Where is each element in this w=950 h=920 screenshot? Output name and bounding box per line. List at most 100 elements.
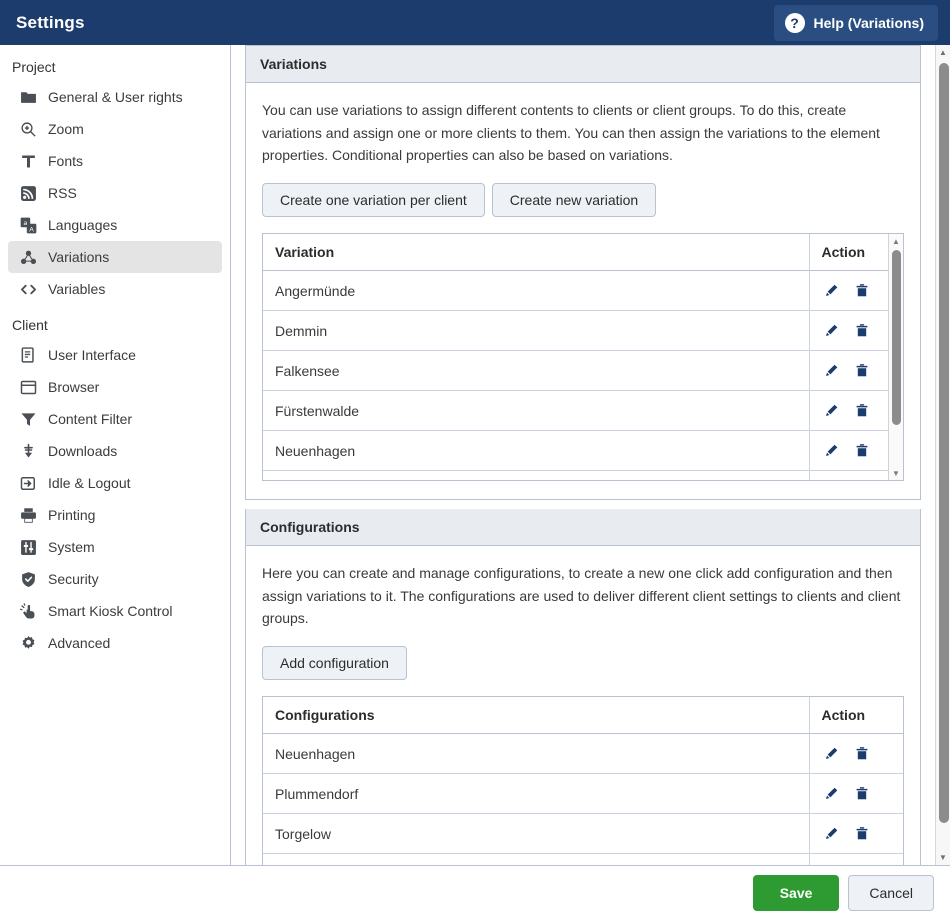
variations-description: You can use variations to assign differe… bbox=[262, 99, 904, 167]
pencil-icon[interactable] bbox=[824, 403, 839, 418]
table-row[interactable]: Fürstenwalde bbox=[263, 391, 903, 431]
magnifier-plus-icon bbox=[18, 119, 38, 139]
trash-icon[interactable] bbox=[855, 363, 869, 378]
sidebar-item-downloads[interactable]: Downloads bbox=[8, 435, 222, 467]
window-list-icon bbox=[18, 345, 38, 365]
pencil-icon[interactable] bbox=[824, 826, 839, 841]
question-mark-icon: ? bbox=[785, 13, 805, 33]
pencil-icon[interactable] bbox=[824, 443, 839, 458]
settings-content-area: Variations You can use variations to ass… bbox=[231, 45, 935, 865]
add-configuration-button[interactable]: Add configuration bbox=[262, 646, 407, 680]
scroll-down-arrow-icon[interactable]: ▼ bbox=[936, 850, 950, 865]
sidebar-item-security[interactable]: Security bbox=[8, 563, 222, 595]
save-button[interactable]: Save bbox=[753, 875, 840, 911]
cancel-button[interactable]: Cancel bbox=[848, 875, 934, 911]
code-brackets-icon bbox=[18, 279, 38, 299]
pencil-icon[interactable] bbox=[824, 363, 839, 378]
sidebar-item-label: RSS bbox=[48, 185, 77, 201]
table-row[interactable]: Torgelow bbox=[263, 814, 903, 854]
trash-icon[interactable] bbox=[855, 443, 869, 458]
page-scrollbar-thumb[interactable] bbox=[939, 63, 949, 823]
table-row[interactable]: Plummendorf bbox=[263, 774, 903, 814]
sidebar-item-label: Idle & Logout bbox=[48, 475, 131, 491]
svg-text:A: A bbox=[29, 226, 34, 233]
sidebar-group-title-client: Client bbox=[0, 305, 230, 339]
table-row[interactable]: Demmin bbox=[263, 311, 903, 351]
column-header-action: Action bbox=[809, 697, 903, 734]
help-variations-button[interactable]: ? Help (Variations) bbox=[774, 5, 938, 41]
table-header-row: Variation Action bbox=[263, 234, 903, 271]
trash-icon[interactable] bbox=[855, 323, 869, 338]
translate-icon: aA bbox=[18, 215, 38, 235]
configurations-table: Configurations Action Neuenhagen bbox=[263, 697, 903, 865]
variations-table-scrollbar[interactable]: ▲ ▼ bbox=[888, 234, 903, 480]
sidebar-item-rss[interactable]: RSS bbox=[8, 177, 222, 209]
configurations-description: Here you can create and manage configura… bbox=[262, 562, 904, 630]
action-cell bbox=[809, 734, 903, 774]
rss-feed-icon bbox=[18, 183, 38, 203]
table-row[interactable]: Angermünde bbox=[263, 271, 903, 311]
sidebar-item-browser[interactable]: Browser bbox=[8, 371, 222, 403]
funnel-icon bbox=[18, 409, 38, 429]
create-one-variation-per-client-button[interactable]: Create one variation per client bbox=[262, 183, 485, 217]
sidebar-item-label: Smart Kiosk Control bbox=[48, 603, 172, 619]
window-body: Project General & User rights Zoom Fonts bbox=[0, 45, 950, 865]
page-scrollbar[interactable]: ▲ ▼ bbox=[935, 45, 950, 865]
scroll-down-arrow-icon[interactable]: ▼ bbox=[889, 466, 903, 480]
column-header-configurations: Configurations bbox=[263, 697, 809, 734]
sidebar-item-label: Variables bbox=[48, 281, 105, 297]
printer-icon bbox=[18, 505, 38, 525]
logout-arrow-icon bbox=[18, 473, 38, 493]
sidebar-item-smart-kiosk-control[interactable]: Smart Kiosk Control bbox=[8, 595, 222, 627]
table-row[interactable]: Falkensee bbox=[263, 854, 903, 865]
scroll-up-arrow-icon[interactable]: ▲ bbox=[936, 45, 950, 60]
trash-icon[interactable] bbox=[855, 403, 869, 418]
dialog-footer: Save Cancel bbox=[0, 865, 950, 920]
download-arrow-icon bbox=[18, 441, 38, 461]
configurations-panel: Configurations Here you can create and m… bbox=[245, 509, 921, 865]
sidebar-item-variables[interactable]: Variables bbox=[8, 273, 222, 305]
create-new-variation-button[interactable]: Create new variation bbox=[492, 183, 656, 217]
sidebar-item-variations[interactable]: Variations bbox=[8, 241, 222, 273]
sidebar-item-label: System bbox=[48, 539, 95, 555]
gear-icon bbox=[18, 633, 38, 653]
configuration-name-cell: Torgelow bbox=[263, 814, 809, 854]
sidebar-item-general-user-rights[interactable]: General & User rights bbox=[8, 81, 222, 113]
action-cell bbox=[809, 814, 903, 854]
table-row[interactable]: Neuenhagen bbox=[263, 431, 903, 471]
scrollbar-thumb[interactable] bbox=[892, 250, 901, 425]
sliders-icon bbox=[18, 537, 38, 557]
table-row[interactable]: Plummendorf bbox=[263, 471, 903, 482]
variation-name-cell: Neuenhagen bbox=[263, 431, 809, 471]
sidebar-item-label: Advanced bbox=[48, 635, 110, 651]
settings-window: Settings ? Help (Variations) Project Gen… bbox=[0, 0, 950, 920]
pencil-icon[interactable] bbox=[824, 786, 839, 801]
trash-icon[interactable] bbox=[855, 786, 869, 801]
sidebar-item-label: Security bbox=[48, 571, 99, 587]
sidebar-item-content-filter[interactable]: Content Filter bbox=[8, 403, 222, 435]
action-cell bbox=[809, 854, 903, 865]
sidebar-item-fonts[interactable]: Fonts bbox=[8, 145, 222, 177]
pencil-icon[interactable] bbox=[824, 283, 839, 298]
variation-name-cell: Plummendorf bbox=[263, 471, 809, 482]
sidebar-item-languages[interactable]: aA Languages bbox=[8, 209, 222, 241]
pencil-icon[interactable] bbox=[824, 746, 839, 761]
sidebar-item-advanced[interactable]: Advanced bbox=[8, 627, 222, 659]
scroll-up-arrow-icon[interactable]: ▲ bbox=[889, 234, 903, 248]
sidebar-item-idle-logout[interactable]: Idle & Logout bbox=[8, 467, 222, 499]
sidebar-item-label: Fonts bbox=[48, 153, 83, 169]
sidebar-item-system[interactable]: System bbox=[8, 531, 222, 563]
trash-icon[interactable] bbox=[855, 746, 869, 761]
pencil-icon[interactable] bbox=[824, 323, 839, 338]
settings-sidebar: Project General & User rights Zoom Fonts bbox=[0, 45, 231, 865]
trash-icon[interactable] bbox=[855, 283, 869, 298]
variations-panel-header: Variations bbox=[246, 46, 920, 83]
trash-icon[interactable] bbox=[855, 826, 869, 841]
table-row[interactable]: Falkensee bbox=[263, 351, 903, 391]
sidebar-item-zoom[interactable]: Zoom bbox=[8, 113, 222, 145]
variation-name-cell: Angermünde bbox=[263, 271, 809, 311]
table-row[interactable]: Neuenhagen bbox=[263, 734, 903, 774]
sidebar-item-user-interface[interactable]: User Interface bbox=[8, 339, 222, 371]
sidebar-item-printing[interactable]: Printing bbox=[8, 499, 222, 531]
variations-nodes-icon bbox=[18, 247, 38, 267]
